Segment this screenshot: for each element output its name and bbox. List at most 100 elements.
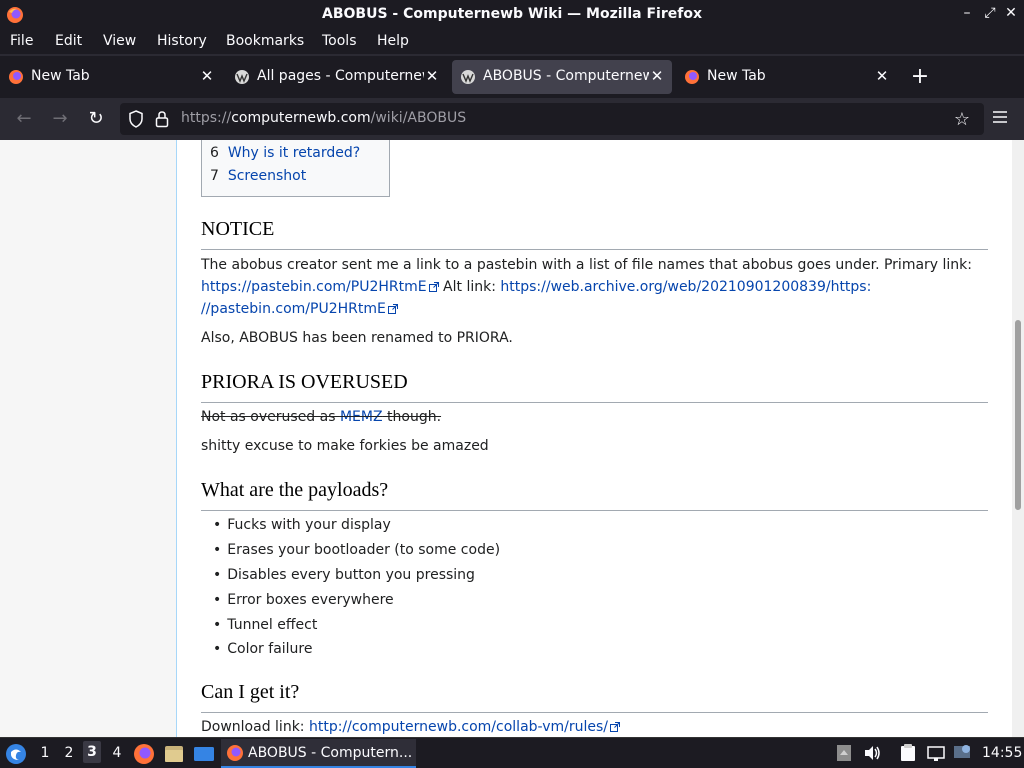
desktop-icon[interactable] (193, 743, 215, 765)
url-path: /wiki/ABOBUS (370, 110, 467, 126)
shield-icon[interactable] (128, 110, 144, 128)
toc-number: 6 (210, 145, 219, 161)
external-link-icon (610, 722, 620, 732)
menu-edit[interactable]: Edit (55, 33, 82, 49)
lock-icon[interactable] (155, 110, 169, 128)
menu-bar: File Edit View History Bookmarks Tools H… (0, 30, 1024, 54)
tab-label: New Tab (31, 68, 90, 84)
list-item: Tunnel effect (213, 617, 317, 633)
wiki-icon (461, 70, 475, 84)
download-label: Download link: (201, 719, 309, 735)
menu-view[interactable]: View (103, 33, 136, 49)
table-of-contents: 6 Why is it retarded? 7 Screenshot (201, 140, 390, 197)
heading-payloads: What are the payloads? (201, 479, 988, 511)
list-item: Fucks with your display (213, 517, 391, 533)
hamburger-menu-icon[interactable] (990, 107, 1010, 127)
window-title: ABOBUS - Computernewb Wiki — Mozilla Fir… (322, 6, 702, 22)
download-paragraph: Download link: http://computernewb.com/c… (201, 716, 988, 737)
close-tab-icon[interactable]: ✕ (197, 66, 217, 86)
desktop-taskbar: 1 2 3 4 ABOBUS - Computern... 14:55 (0, 737, 1024, 768)
url-bar[interactable]: https://computernewb.com/wiki/ABOBUS ☆ (120, 103, 984, 135)
external-link-icon (387, 304, 398, 314)
clipboard-tray-icon[interactable] (834, 743, 854, 763)
taskbar-window-label: ABOBUS - Computern... (248, 745, 413, 761)
menu-help[interactable]: Help (377, 33, 409, 49)
new-tab-button[interactable]: + (908, 66, 932, 90)
close-tab-icon[interactable]: ✕ (647, 66, 667, 86)
strike-text: Not as overused as (201, 409, 340, 425)
reload-button[interactable]: ↻ (84, 107, 108, 131)
tab-all-pages[interactable]: All pages - Computernewb ✕ (226, 60, 448, 94)
maximize-button[interactable]: ⤢ (981, 5, 999, 21)
tab-new-tab-2[interactable]: New Tab ✕ (676, 60, 898, 94)
tab-label: ABOBUS - Computernewb (483, 68, 649, 84)
external-link-icon (428, 282, 439, 292)
toc-link-screenshot[interactable]: Screenshot (228, 168, 306, 184)
minimize-button[interactable]: – (958, 5, 976, 21)
list-item: Erases your bootloader (to some code) (213, 542, 500, 558)
notes-tray-icon[interactable] (898, 743, 918, 763)
close-tab-icon[interactable]: ✕ (872, 66, 892, 86)
renamed-paragraph: Also, ABOBUS has been renamed to PRIORA. (201, 330, 513, 346)
workspace-4[interactable]: 4 (108, 745, 126, 761)
list-item: Color failure (213, 641, 312, 657)
tab-new-tab-1[interactable]: New Tab ✕ (0, 60, 222, 94)
bookmark-star-icon[interactable]: ☆ (954, 109, 970, 130)
page-viewport[interactable]: 6 Why is it retarded? 7 Screenshot NOTIC… (0, 140, 1024, 737)
firefox-launcher-icon[interactable] (133, 743, 155, 765)
toc-item[interactable]: 7 Screenshot (210, 168, 306, 184)
pastebin-link[interactable]: https://pastebin.com/PU2HRtmE (201, 279, 427, 295)
strike-text: though. (382, 409, 442, 425)
workspace-1[interactable]: 1 (36, 745, 54, 761)
url-text[interactable]: https://computernewb.com/wiki/ABOBUS (181, 110, 466, 126)
tab-label: All pages - Computernewb (257, 68, 424, 84)
list-item: Error boxes everywhere (213, 592, 393, 608)
workspace-2[interactable]: 2 (60, 745, 78, 761)
app-menu-icon[interactable] (5, 743, 27, 765)
forward-button[interactable]: → (48, 107, 72, 131)
url-host: computernewb.com (231, 110, 371, 126)
memz-link[interactable]: MEMZ (340, 409, 383, 425)
network-icon[interactable] (926, 743, 946, 763)
navigation-toolbar: ← → ↻ https://computernewb.com/wiki/ABOB… (0, 98, 1024, 140)
list-item: Disables every button you pressing (213, 567, 475, 583)
heading-priora: PRIORA IS OVERUSED (201, 371, 988, 403)
heading-notice: NOTICE (201, 218, 988, 250)
menu-tools[interactable]: Tools (322, 33, 357, 49)
firefox-icon (227, 745, 243, 761)
priora-paragraph: shitty excuse to make forkies be amazed (201, 438, 489, 454)
taskbar-window-button[interactable]: ABOBUS - Computern... (221, 739, 416, 768)
back-button[interactable]: ← (12, 107, 36, 131)
workspace-3[interactable]: 3 (83, 741, 101, 763)
toc-item[interactable]: 6 Why is it retarded? (210, 145, 360, 161)
menu-history[interactable]: History (157, 33, 207, 49)
toc-link-why-retarded[interactable]: Why is it retarded? (228, 145, 360, 161)
tab-label: New Tab (707, 68, 766, 84)
wiki-icon (235, 70, 249, 84)
alt-link-label: Alt link: (438, 279, 501, 295)
archive-link[interactable]: https://web.archive.org/web/202109012008… (500, 279, 871, 295)
menu-file[interactable]: File (10, 33, 33, 49)
close-tab-icon[interactable]: ✕ (422, 66, 442, 86)
clock[interactable]: 14:55 (982, 745, 1022, 761)
tab-strip: New Tab ✕ All pages - Computernewb ✕ ABO… (0, 56, 1024, 98)
menu-bookmarks[interactable]: Bookmarks (226, 33, 304, 49)
update-notifier-icon[interactable] (952, 743, 972, 763)
firefox-icon (9, 70, 23, 84)
wiki-sidebar (0, 140, 177, 737)
tab-abobus[interactable]: ABOBUS - Computernewb ✕ (452, 60, 672, 94)
wiki-article: 6 Why is it retarded? 7 Screenshot NOTIC… (177, 140, 1012, 737)
scrollbar-thumb[interactable] (1015, 320, 1021, 510)
firefox-icon (685, 70, 699, 84)
close-window-button[interactable]: ✕ (1002, 5, 1020, 21)
notice-text: The abobus creator sent me a link to a p… (201, 257, 973, 273)
notice-paragraph: The abobus creator sent me a link to a p… (201, 254, 988, 320)
heading-get-it: Can I get it? (201, 681, 988, 713)
file-manager-icon[interactable] (163, 743, 185, 765)
archive-link-continued[interactable]: //pastebin.com/PU2HRtmE (201, 301, 386, 317)
download-link[interactable]: http://computernewb.com/collab-vm/rules/ (309, 719, 608, 735)
window-titlebar[interactable]: ABOBUS - Computernewb Wiki — Mozilla Fir… (0, 0, 1024, 30)
url-scheme: https:// (181, 110, 232, 126)
strikethrough-paragraph: Not as overused as MEMZ though. (201, 406, 988, 428)
volume-icon[interactable] (862, 743, 882, 763)
